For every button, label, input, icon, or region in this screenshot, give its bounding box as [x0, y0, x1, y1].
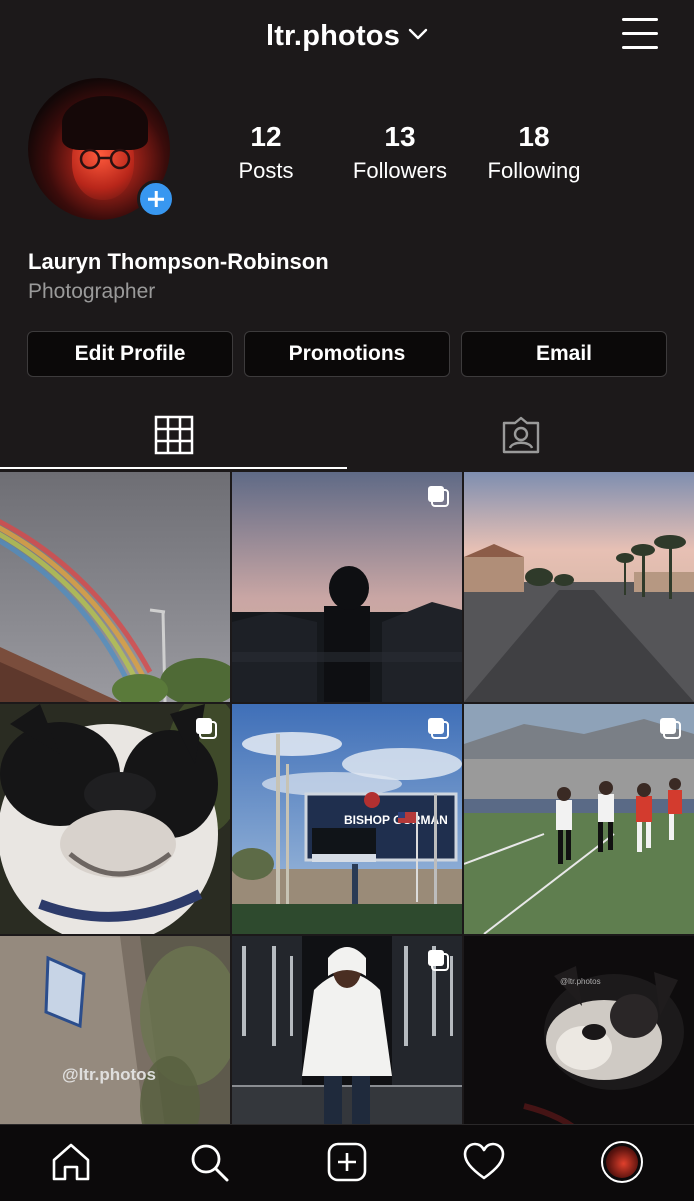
multiple-photos-icon [428, 718, 449, 739]
menu-icon[interactable] [620, 18, 660, 54]
multiple-photos-icon [660, 718, 681, 739]
home-icon [52, 1143, 90, 1181]
multiple-photos-icon [196, 718, 217, 739]
new-post-icon [327, 1142, 367, 1182]
tab-grid[interactable] [0, 400, 347, 470]
palm-street-photo [464, 472, 694, 702]
username-label: ltr.photos [265, 20, 401, 52]
post-thumbnail[interactable]: BISHOP GORMAN [232, 704, 462, 934]
watermark-text: @ltr.photos [62, 1065, 156, 1084]
post-thumbnail[interactable] [464, 472, 694, 702]
email-button[interactable]: Email [461, 331, 667, 377]
tab-tagged[interactable] [347, 400, 694, 470]
profile-name: Lauryn Thompson-Robinson [28, 249, 329, 274]
stat-label: Following [487, 158, 581, 183]
stat-value: 12 [250, 121, 282, 152]
add-story-icon[interactable] [137, 180, 175, 218]
post-thumbnail[interactable] [0, 472, 230, 702]
stat-value: 13 [384, 121, 416, 152]
post-thumbnail[interactable] [464, 704, 694, 934]
nav-new-post[interactable] [324, 1139, 370, 1185]
rainbow-photo [0, 472, 230, 702]
profile-tabs [0, 400, 694, 470]
photo-grid: BISHOP GORMAN @ltr.photos @ltr.photos [0, 472, 694, 1166]
activity-heart-icon [463, 1142, 505, 1180]
nav-activity[interactable] [461, 1139, 507, 1185]
stat-label: Followers [352, 158, 448, 183]
nav-profile[interactable] [599, 1139, 645, 1185]
stat-value: 18 [518, 121, 550, 152]
nav-home[interactable] [48, 1139, 94, 1185]
multiple-photos-icon [428, 486, 449, 507]
multiple-photos-icon [428, 950, 449, 971]
active-tab-indicator [0, 467, 347, 469]
grid-icon [154, 415, 193, 455]
following-count[interactable]: 18 Following [459, 120, 609, 186]
watermark-text: @ltr.photos [560, 977, 601, 986]
edit-profile-button[interactable]: Edit Profile [27, 331, 233, 377]
search-icon [191, 1144, 229, 1182]
sign-text: BISHOP GORMAN [344, 813, 448, 827]
post-thumbnail[interactable] [0, 704, 230, 934]
top-header: ltr.photos [0, 0, 694, 76]
post-thumbnail[interactable] [232, 472, 462, 702]
posts-count[interactable]: 12 Posts [191, 120, 341, 186]
profile-avatar-icon [601, 1141, 643, 1183]
tagged-icon [502, 416, 539, 454]
profile-bio: Photographer [28, 280, 156, 303]
chevron-down-icon [408, 29, 428, 40]
nav-search[interactable] [186, 1139, 232, 1185]
account-switcher[interactable]: ltr.photos [0, 20, 694, 53]
followers-count[interactable]: 13 Followers [325, 120, 475, 186]
stat-label: Posts [238, 158, 294, 183]
bottom-tab-bar [0, 1124, 694, 1201]
promotions-button[interactable]: Promotions [244, 331, 450, 377]
